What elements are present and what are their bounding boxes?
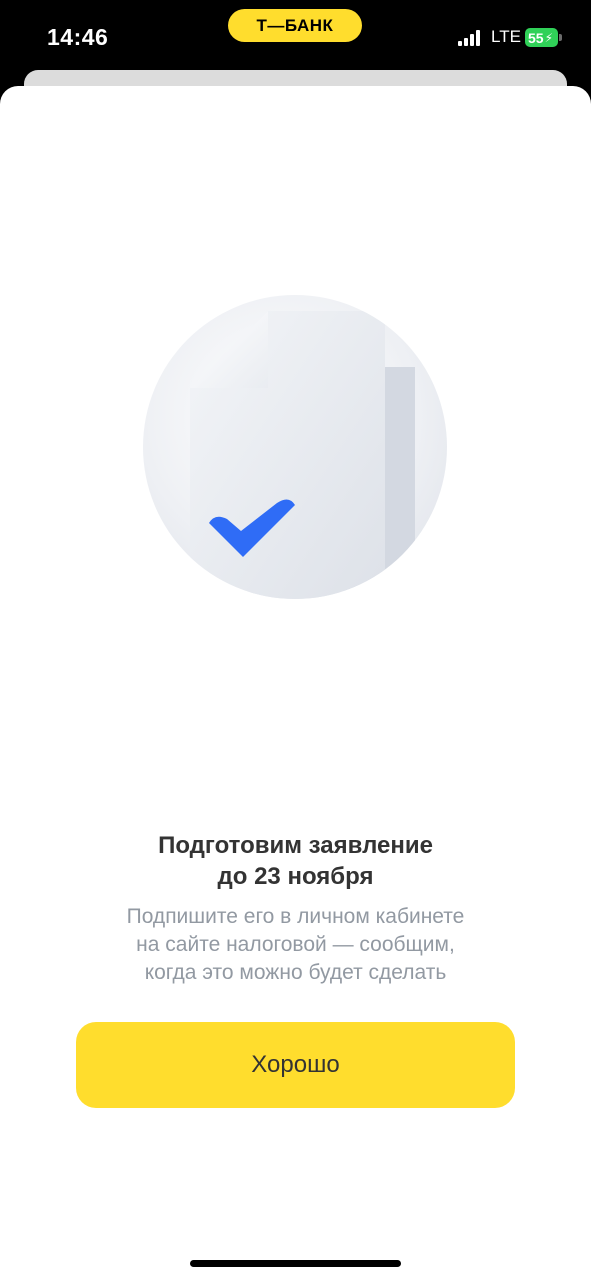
- dialog-title: Подготовим заявление до 23 ноября: [0, 830, 591, 892]
- battery-level: 55: [528, 29, 544, 46]
- title-line-2: до 23 ноября: [217, 863, 374, 890]
- ok-button[interactable]: Хорошо: [76, 1022, 515, 1108]
- battery-icon: 55 ⚡: [525, 28, 558, 47]
- description-line-3: когда это можно будет сделать: [144, 961, 447, 984]
- status-bar: 14:46 Т—БАНК LTE 55 ⚡: [0, 0, 591, 76]
- home-indicator[interactable]: [190, 1260, 401, 1267]
- description-line-1: Подпишите его в личном кабинете: [126, 905, 465, 928]
- title-line-1: Подготовим заявление: [158, 832, 433, 859]
- status-time: 14:46: [47, 24, 109, 50]
- network-type: LTE: [491, 27, 521, 46]
- battery-nub: [559, 34, 562, 41]
- signal-icon: [458, 30, 484, 46]
- dialog-description: Подпишите его в личном кабинете на сайте…: [0, 903, 591, 987]
- charging-icon: ⚡: [544, 30, 554, 45]
- document-check-icon: [143, 295, 447, 599]
- brand-logo: Т—БАНК: [228, 9, 362, 42]
- description-line-2: на сайте налоговой — сообщим,: [136, 933, 455, 956]
